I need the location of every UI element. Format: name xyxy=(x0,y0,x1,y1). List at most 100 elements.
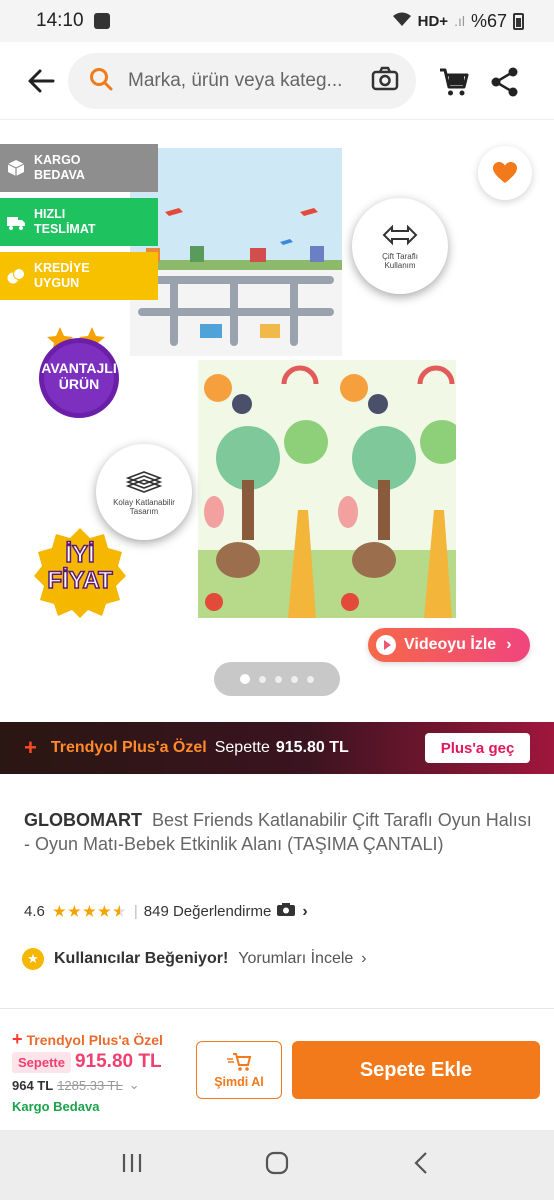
star-badge-icon: ★ xyxy=(22,948,44,970)
wifi-icon xyxy=(392,11,412,32)
users-like-row[interactable]: ★ Kullanıcılar Beğeniyor! Yorumları İnce… xyxy=(22,946,367,972)
carousel-dot[interactable] xyxy=(275,675,282,683)
badge-fast-delivery: HIZLI TESLİMAT xyxy=(0,198,158,246)
bottom-action-bar: + Trendyol Plus'a Özel Sepette 915.80 TL… xyxy=(0,1008,554,1130)
carousel-dot[interactable] xyxy=(291,675,298,683)
star-icon xyxy=(83,905,96,917)
cart-button[interactable] xyxy=(438,66,470,98)
buy-now-button[interactable]: Şimdi Al xyxy=(196,1041,282,1099)
basket-price-value: 915.80 TL xyxy=(74,1051,162,1072)
chevron-right-icon: › xyxy=(506,636,512,653)
product-image-city-side xyxy=(130,148,342,356)
photo-icon xyxy=(276,902,296,921)
review-count[interactable]: 849 Değerlendirme xyxy=(144,903,272,920)
foldable-design-label: Kolay Katlanabilir Tasarım xyxy=(113,498,175,516)
product-image-animal-side xyxy=(198,360,456,618)
plus-banner-price: 915.80 TL xyxy=(275,739,349,756)
back-arrow-icon xyxy=(28,69,55,92)
box-icon xyxy=(7,160,25,176)
battery-level: %67 xyxy=(470,10,507,31)
good-price-line2: FİYAT xyxy=(47,567,114,595)
rating-row[interactable]: 4.6 | 849 Değerlendirme › xyxy=(24,902,308,921)
back-button[interactable] xyxy=(26,66,56,96)
star-icon xyxy=(68,905,81,917)
rating-value: 4.6 xyxy=(24,903,45,920)
app-notification-icon xyxy=(93,13,110,29)
carousel-dot[interactable] xyxy=(307,675,314,683)
home-button[interactable] xyxy=(263,1149,291,1182)
basket-price: Sepette 915.80 TL xyxy=(12,1051,162,1073)
plus-banner-sepette: Sepette xyxy=(214,739,270,756)
recent-apps-button[interactable] xyxy=(118,1149,146,1182)
signal-icon: .ıl xyxy=(454,13,465,29)
badge-credit: KREDİYE UYGUN xyxy=(0,252,158,300)
carousel-dot[interactable] xyxy=(240,674,250,684)
brand-name[interactable]: GLOBOMART xyxy=(24,810,142,830)
search-icon xyxy=(88,66,114,97)
badge-credit-label: KREDİYE UYGUN xyxy=(34,261,90,290)
share-icon xyxy=(491,67,518,97)
cart-icon xyxy=(440,68,469,96)
carousel-indicator xyxy=(214,662,340,696)
advantage-sticker-line1: AVANTAJLI xyxy=(41,360,117,376)
top-app-bar: Marka, ürün veya kateg... xyxy=(0,42,554,120)
good-price-sticker: İYİ FİYAT xyxy=(32,526,128,618)
badge-free-shipping: KARGO BEDAVA xyxy=(0,144,158,192)
buy-now-label: Şimdi Al xyxy=(214,1075,264,1089)
recent-apps-icon xyxy=(123,1153,142,1172)
free-shipping-label: Kargo Bedava xyxy=(12,1099,100,1114)
plus-offer-label: + Trendyol Plus'a Özel xyxy=(12,1029,163,1050)
plus-icon: + xyxy=(24,735,37,760)
truck-icon xyxy=(7,217,25,230)
chevron-down-icon: ⌄ xyxy=(128,1077,140,1092)
original-price: 1285.33 TL xyxy=(57,1077,123,1093)
home-icon xyxy=(265,1151,289,1174)
two-sided-use-seal: Çift Taraflı Kullanım xyxy=(352,198,448,294)
network-type: HD+ xyxy=(417,12,449,30)
watch-video-button[interactable]: Videoyu İzle › xyxy=(368,628,530,662)
clock: 14:10 xyxy=(36,10,84,31)
current-price: 964 TL xyxy=(12,1077,54,1093)
share-button[interactable] xyxy=(490,66,520,98)
favorite-button[interactable] xyxy=(478,146,532,200)
search-input[interactable]: Marka, ürün veya kateg... xyxy=(128,70,370,92)
coins-icon xyxy=(7,268,25,284)
status-bar: 14:10 HD+ .ıl %67 xyxy=(0,0,554,42)
watch-video-label: Videoyu İzle xyxy=(404,636,497,653)
price-row[interactable]: 964 TL 1285.33 TL ⌄ xyxy=(12,1077,140,1093)
fast-cart-icon xyxy=(227,1053,252,1071)
carousel-dot[interactable] xyxy=(259,675,266,683)
star-icon xyxy=(53,905,66,917)
swap-arrows-icon xyxy=(382,224,418,246)
battery-icon xyxy=(513,12,524,30)
badge-free-shipping-label: KARGO BEDAVA xyxy=(34,153,85,182)
users-like-label: Kullanıcılar Beğeniyor! xyxy=(54,950,229,967)
folded-mat-icon xyxy=(125,471,163,493)
play-icon xyxy=(376,635,396,655)
search-bar[interactable]: Marka, ürün veya kateg... xyxy=(68,53,416,109)
badge-fast-delivery-label: HIZLI TESLİMAT xyxy=(34,207,96,236)
plus-banner[interactable]: + Trendyol Plus'a Özel Sepette 915.80 TL… xyxy=(0,722,554,774)
heart-icon xyxy=(493,162,517,183)
advantage-sticker-line2: ÜRÜN xyxy=(58,376,100,392)
advantage-product-sticker: AVANTAJLI ÜRÜN xyxy=(32,324,126,418)
half-star-icon xyxy=(113,905,126,917)
view-reviews-link[interactable]: Yorumları İncele xyxy=(238,950,353,968)
chevron-right-icon: › xyxy=(302,902,308,920)
plus-upgrade-button[interactable]: Plus'a geç xyxy=(425,733,530,763)
rating-stars xyxy=(53,905,126,918)
plus-banner-label: Trendyol Plus'a Özel xyxy=(50,739,207,756)
product-title: GLOBOMART Best Friends Katlanabilir Çift … xyxy=(24,808,534,856)
product-image-gallery[interactable]: KARGO BEDAVA HIZLI TESLİMAT KREDİYE UYGU… xyxy=(0,122,554,720)
partially-hidden-info xyxy=(24,986,324,994)
chevron-right-icon: › xyxy=(361,950,367,967)
two-sided-use-label: Çift Taraflı Kullanım xyxy=(382,252,418,270)
good-price-line1: İYİ xyxy=(65,541,96,569)
plus-icon: + xyxy=(12,1029,23,1049)
camera-search-icon[interactable] xyxy=(370,64,400,99)
plus-offer-text: Trendyol Plus'a Özel xyxy=(26,1031,163,1048)
system-navigation-bar xyxy=(0,1130,554,1200)
system-back-button[interactable] xyxy=(408,1149,436,1182)
star-icon xyxy=(98,905,111,917)
add-to-cart-button[interactable]: Sepete Ekle xyxy=(292,1041,540,1099)
